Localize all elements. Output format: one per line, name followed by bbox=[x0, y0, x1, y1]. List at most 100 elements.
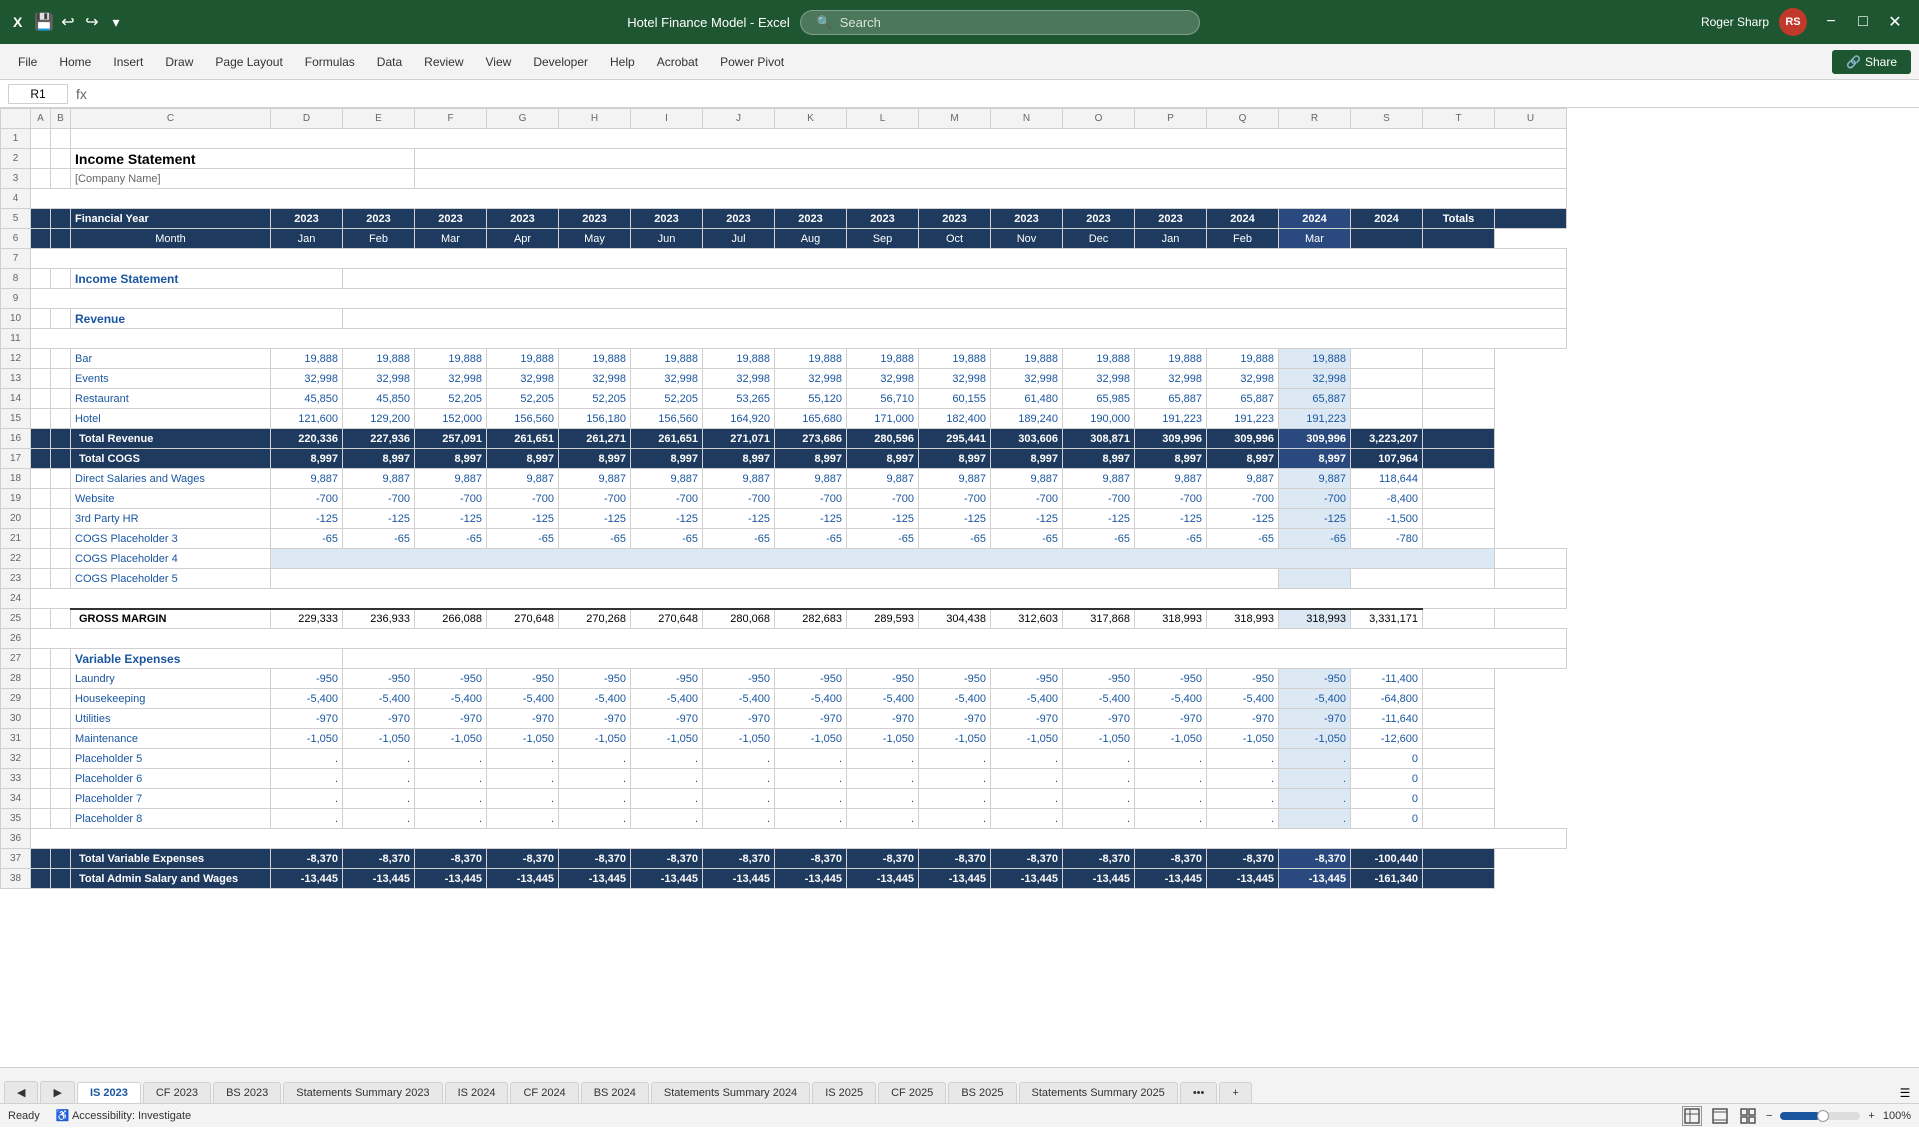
tab-is-2025[interactable]: IS 2025 bbox=[812, 1082, 876, 1103]
zoom-percentage[interactable]: 100% bbox=[1883, 1110, 1911, 1122]
tab-nav-prev[interactable]: ◀ bbox=[4, 1081, 38, 1103]
row-29-housekeeping: 29 Housekeeping -5,400 -5,400 -5,400 -5,… bbox=[1, 689, 1567, 709]
zoom-slider[interactable] bbox=[1780, 1112, 1860, 1120]
row-17-total-cogs: 17 Total COGS 8,997 8,997 8,997 8,997 8,… bbox=[1, 449, 1567, 469]
col-T[interactable]: T bbox=[1423, 109, 1495, 129]
row-20-3rd-party-hr: 20 3rd Party HR -125 -125 -125 -125 -125… bbox=[1, 509, 1567, 529]
tab-bs-2025[interactable]: BS 2025 bbox=[948, 1082, 1016, 1103]
tab-is-2023[interactable]: IS 2023 bbox=[77, 1082, 141, 1103]
user-name: Roger Sharp bbox=[1701, 15, 1769, 29]
row-14-restaurant: 14 Restaurant 45,850 45,850 52,205 52,20… bbox=[1, 389, 1567, 409]
col-E[interactable]: E bbox=[343, 109, 415, 129]
normal-view-button[interactable] bbox=[1682, 1106, 1702, 1126]
grid-wrapper[interactable]: A B C D E F G H I J K L M N O P Q bbox=[0, 108, 1919, 1067]
col-O[interactable]: O bbox=[1063, 109, 1135, 129]
menu-page-layout[interactable]: Page Layout bbox=[205, 51, 292, 73]
col-C[interactable]: C bbox=[71, 109, 271, 129]
redo-icon[interactable]: ↪ bbox=[82, 12, 102, 32]
save-icon[interactable]: 💾 bbox=[34, 12, 54, 32]
col-B[interactable]: B bbox=[51, 109, 71, 129]
col-P[interactable]: P bbox=[1135, 109, 1207, 129]
share-button[interactable]: 🔗 Share bbox=[1832, 50, 1911, 74]
col-S[interactable]: S bbox=[1351, 109, 1423, 129]
user-avatar[interactable]: RS bbox=[1779, 8, 1807, 36]
col-K[interactable]: K bbox=[775, 109, 847, 129]
col-A[interactable]: A bbox=[31, 109, 51, 129]
undo-icon[interactable]: ↩ bbox=[58, 12, 78, 32]
menu-formulas[interactable]: Formulas bbox=[295, 51, 365, 73]
tab-bs-2023[interactable]: BS 2023 bbox=[213, 1082, 281, 1103]
page-layout-button[interactable] bbox=[1710, 1106, 1730, 1126]
tab-nav-next[interactable]: ▶ bbox=[40, 1081, 74, 1103]
menu-power-pivot[interactable]: Power Pivot bbox=[710, 51, 794, 73]
cell-reference[interactable] bbox=[8, 84, 68, 104]
maximize-button[interactable]: □ bbox=[1849, 8, 1877, 36]
row-15-hotel: 15 Hotel 121,600 129,200 152,000 156,560… bbox=[1, 409, 1567, 429]
month-row: 6 Month Jan Feb Mar Apr May Jun Jul Aug … bbox=[1, 229, 1567, 249]
menu-review[interactable]: Review bbox=[414, 51, 473, 73]
tab-cf-2025[interactable]: CF 2025 bbox=[878, 1082, 946, 1103]
minimize-button[interactable]: − bbox=[1817, 8, 1845, 36]
share-label: Share bbox=[1865, 55, 1897, 69]
tab-more[interactable]: ••• bbox=[1180, 1082, 1218, 1103]
tab-bs-2024[interactable]: BS 2024 bbox=[581, 1082, 649, 1103]
tab-statements-summary-2024[interactable]: Statements Summary 2024 bbox=[651, 1082, 810, 1103]
tab-controls: ☰ bbox=[1895, 1083, 1915, 1103]
col-R[interactable]: R bbox=[1279, 109, 1351, 129]
status-right: − + 100% bbox=[1682, 1106, 1911, 1126]
tab-cf-2024[interactable]: CF 2024 bbox=[510, 1082, 578, 1103]
menu-acrobat[interactable]: Acrobat bbox=[647, 51, 708, 73]
menu-insert[interactable]: Insert bbox=[103, 51, 153, 73]
tab-is-2024[interactable]: IS 2024 bbox=[445, 1082, 509, 1103]
title-bar: X 💾 ↩ ↪ ▾ Hotel Finance Model - Excel 🔍 … bbox=[0, 0, 1919, 44]
row-2: 2 Income Statement bbox=[1, 149, 1567, 169]
tab-cf-2023[interactable]: CF 2023 bbox=[143, 1082, 211, 1103]
page-break-view-button[interactable] bbox=[1738, 1106, 1758, 1126]
zoom-plus: + bbox=[1868, 1110, 1874, 1122]
tab-statements-summary-2025[interactable]: Statements Summary 2025 bbox=[1019, 1082, 1178, 1103]
col-L[interactable]: L bbox=[847, 109, 919, 129]
col-Q[interactable]: Q bbox=[1207, 109, 1279, 129]
menu-draw[interactable]: Draw bbox=[155, 51, 203, 73]
menu-help[interactable]: Help bbox=[600, 51, 645, 73]
spreadsheet-container: fx A B C D E F G H I J K L bbox=[0, 80, 1919, 1067]
col-G[interactable]: G bbox=[487, 109, 559, 129]
col-U[interactable]: U bbox=[1495, 109, 1567, 129]
row-25-gross-margin: 25 GROSS MARGIN 229,333 236,933 266,088 … bbox=[1, 609, 1567, 629]
tab-statements-summary-2023[interactable]: Statements Summary 2023 bbox=[283, 1082, 442, 1103]
app-title: Hotel Finance Model - Excel bbox=[627, 15, 790, 30]
row-22-cogs-p4: 22 COGS Placeholder 4 bbox=[1, 549, 1567, 569]
svg-text:X: X bbox=[13, 14, 23, 30]
tab-bar: ◀ ▶ IS 2023 CF 2023 BS 2023 Statements S… bbox=[0, 1067, 1919, 1103]
sheet-menu-button[interactable]: ☰ bbox=[1895, 1083, 1915, 1103]
menu-home[interactable]: Home bbox=[49, 51, 101, 73]
row-19-website: 19 Website -700 -700 -700 -700 -700 -700… bbox=[1, 489, 1567, 509]
menu-data[interactable]: Data bbox=[367, 51, 412, 73]
menu-developer[interactable]: Developer bbox=[523, 51, 598, 73]
col-N[interactable]: N bbox=[991, 109, 1063, 129]
income-statement-title: Income Statement bbox=[71, 149, 415, 169]
col-J[interactable]: J bbox=[703, 109, 775, 129]
title-bar-icons: X 💾 ↩ ↪ ▾ bbox=[10, 12, 126, 32]
company-name: [Company Name] bbox=[71, 169, 415, 189]
col-M[interactable]: M bbox=[919, 109, 991, 129]
col-F[interactable]: F bbox=[415, 109, 487, 129]
tab-add[interactable]: + bbox=[1219, 1082, 1251, 1103]
col-D[interactable]: D bbox=[271, 109, 343, 129]
status-ready: Ready bbox=[8, 1110, 40, 1122]
row-38-total-admin: 38 Total Admin Salary and Wages -13,445 … bbox=[1, 869, 1567, 889]
menu-view[interactable]: View bbox=[476, 51, 522, 73]
col-I[interactable]: I bbox=[631, 109, 703, 129]
row-10: 10 Revenue bbox=[1, 309, 1567, 329]
close-button[interactable]: ✕ bbox=[1881, 8, 1909, 36]
row-8: 8 Income Statement bbox=[1, 269, 1567, 289]
search-icon: 🔍 bbox=[817, 15, 832, 29]
row-37-total-variable: 37 Total Variable Expenses -8,370 -8,370… bbox=[1, 849, 1567, 869]
col-H[interactable]: H bbox=[559, 109, 631, 129]
formula-input[interactable] bbox=[95, 85, 1911, 103]
search-box[interactable]: 🔍 bbox=[800, 10, 1200, 35]
row-18-direct-salaries: 18 Direct Salaries and Wages 9,887 9,887… bbox=[1, 469, 1567, 489]
menu-file[interactable]: File bbox=[8, 51, 47, 73]
quick-access-icon[interactable]: ▾ bbox=[106, 12, 126, 32]
search-input[interactable] bbox=[840, 15, 1183, 30]
